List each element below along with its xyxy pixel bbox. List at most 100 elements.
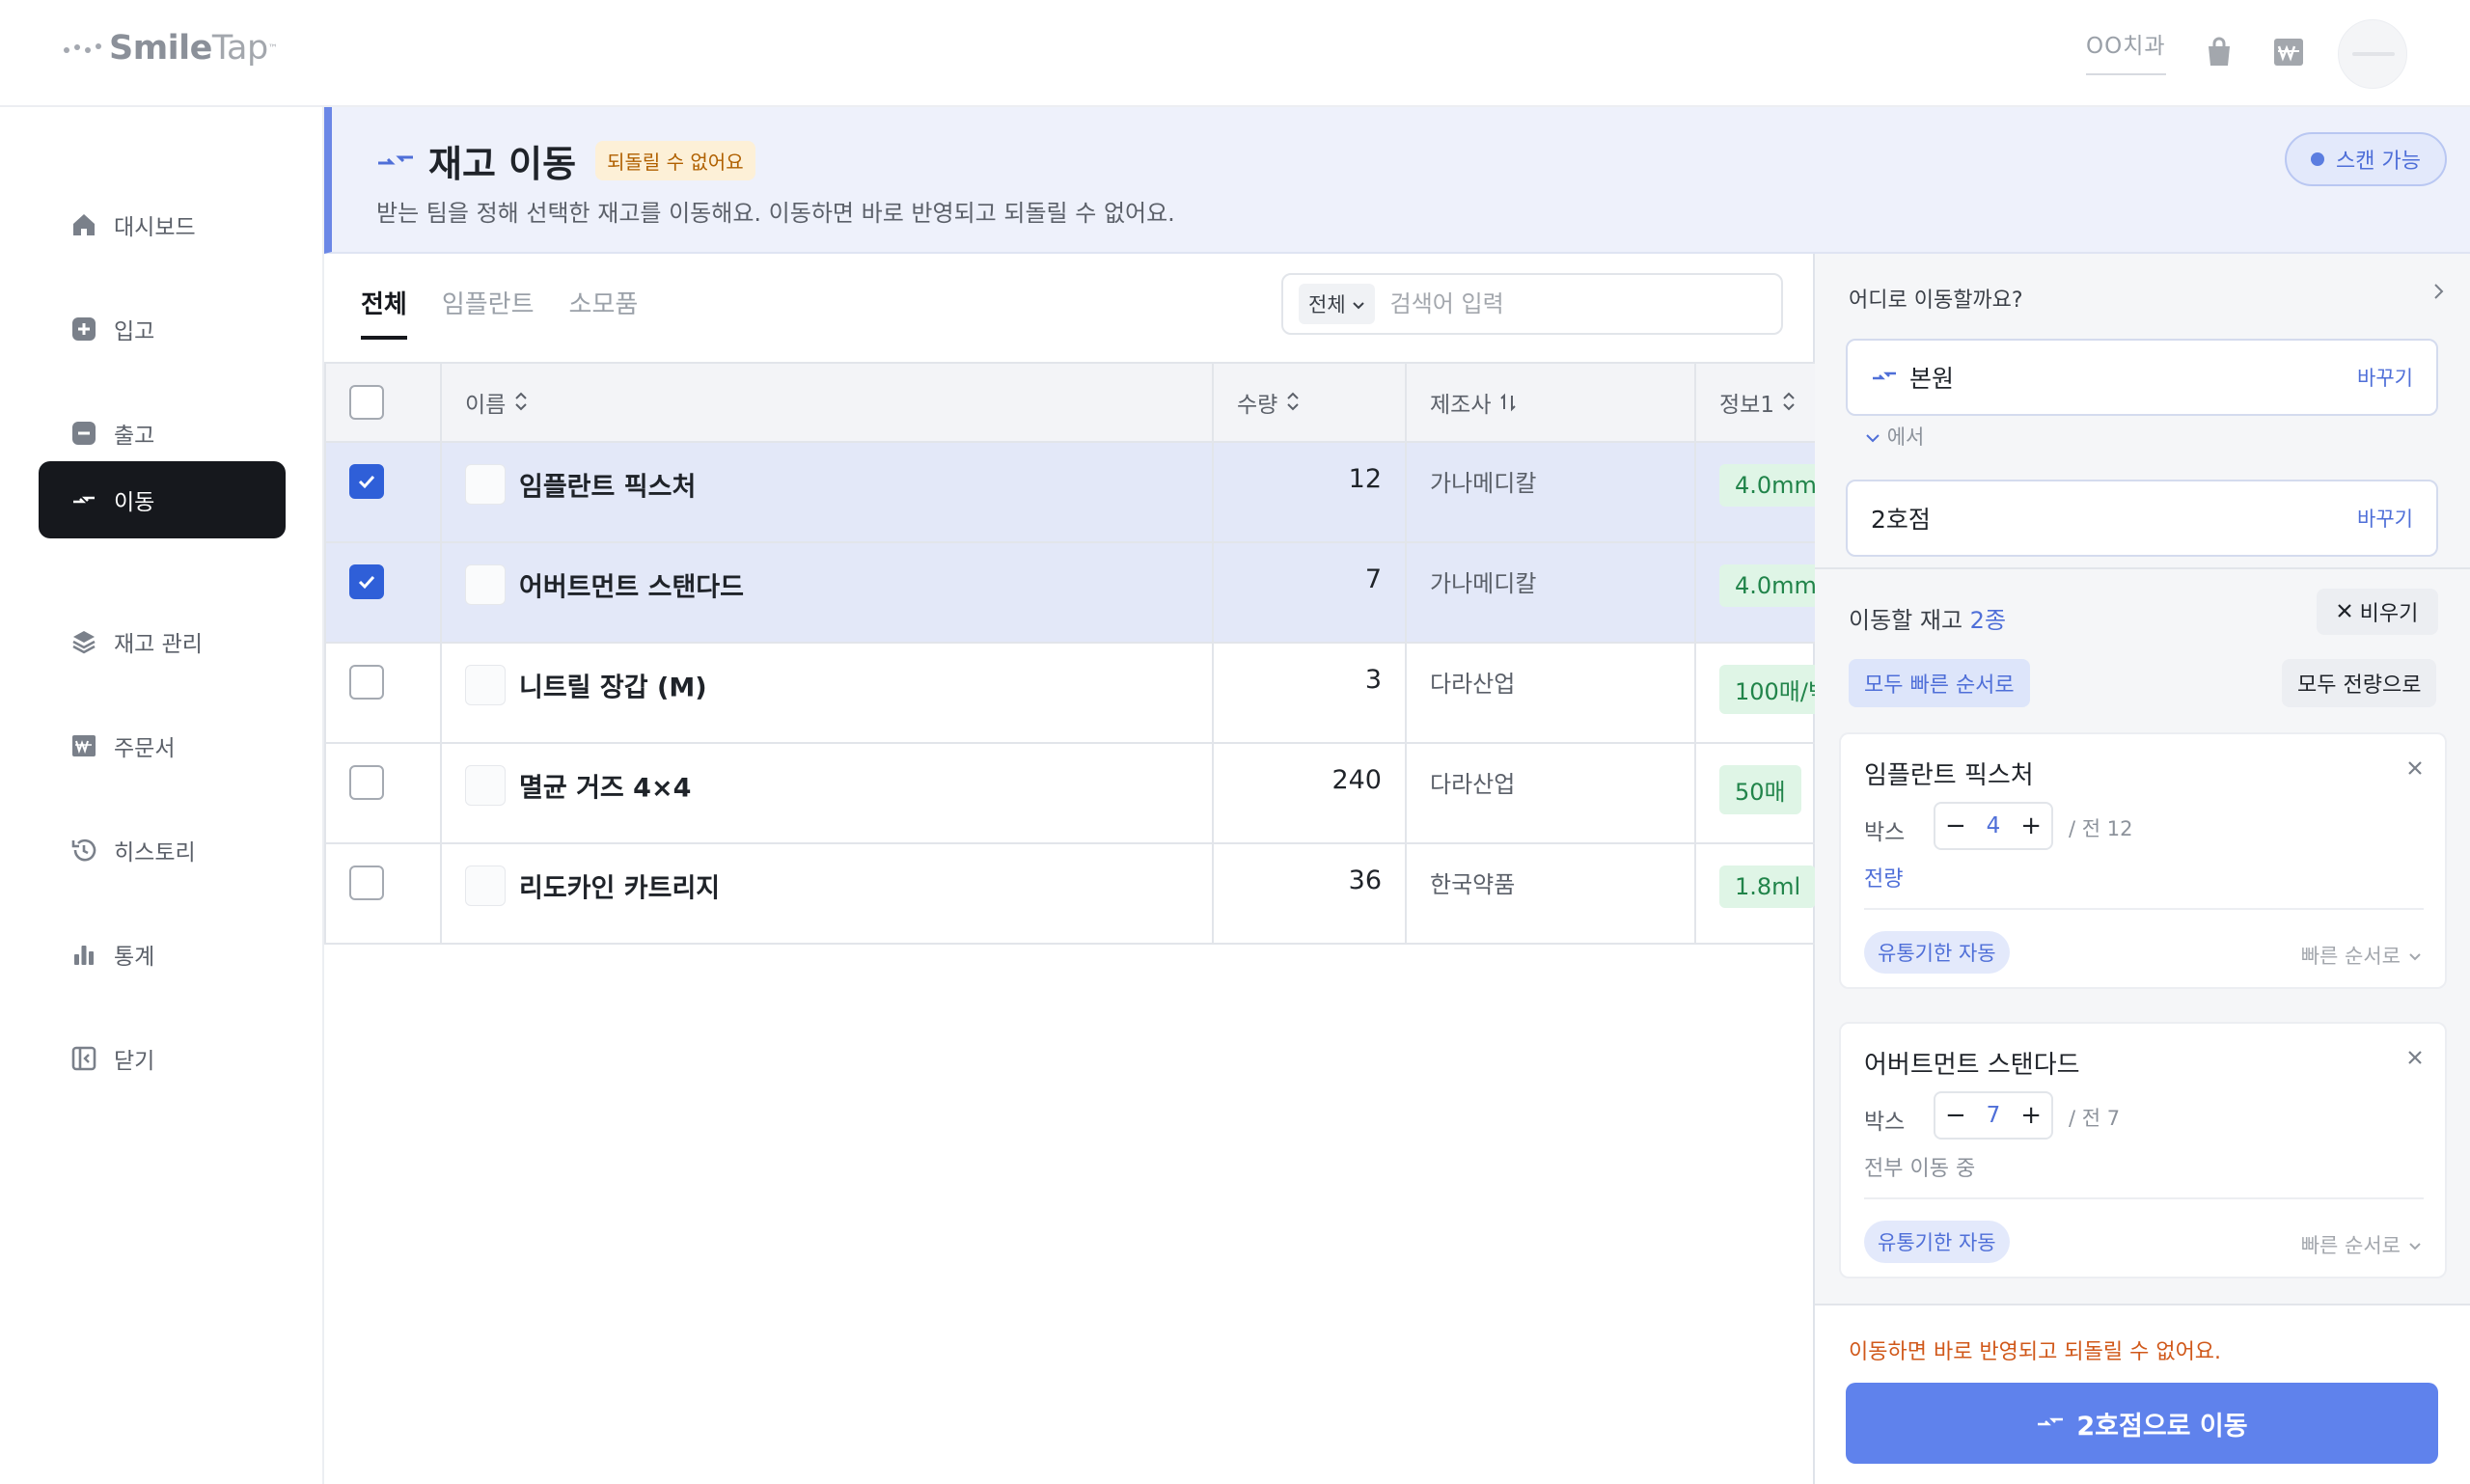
- chevron-right-icon[interactable]: [2432, 281, 2446, 308]
- unit-label: 박스: [1864, 820, 1906, 845]
- row-checkbox[interactable]: [349, 765, 384, 800]
- row-checkbox[interactable]: [349, 564, 384, 599]
- scan-status-pill[interactable]: 스캔 가능: [2285, 132, 2447, 186]
- change-source-button[interactable]: 바꾸기: [2357, 504, 2413, 533]
- tab-consumables[interactable]: 소모품: [569, 285, 639, 340]
- destination-name: 본원: [1909, 365, 1955, 393]
- select-all-checkbox[interactable]: [349, 385, 384, 420]
- scan-dot-icon: [2311, 152, 2325, 166]
- sidebar-item-inbound[interactable]: 입고: [39, 290, 286, 368]
- sidebar-item-outbound[interactable]: 출고: [39, 395, 286, 472]
- sidebar-item-orders[interactable]: 주문서: [39, 707, 286, 784]
- column-label: 제조사: [1430, 393, 1492, 418]
- sidebar-item-close[interactable]: 닫기: [39, 1020, 286, 1097]
- table-row[interactable]: 리도카인 카트리지 36 한국약품 1.8ml: [324, 842, 1817, 945]
- minus-icon[interactable]: −: [1945, 1101, 1966, 1130]
- shopping-bag-icon[interactable]: [2202, 35, 2237, 69]
- logo-text-bold: Smile: [109, 29, 212, 68]
- qty-cell: 3: [1212, 642, 1407, 744]
- smiletap-logo[interactable]: Smile Tap ™: [64, 29, 278, 68]
- chevron-down-icon: [2408, 944, 2422, 967]
- maker-cell: 다라산업: [1405, 742, 1696, 844]
- transfer-icon: [1871, 364, 1898, 392]
- table-row[interactable]: 니트릴 장갑 (M) 3 다라산업 100매/박: [324, 642, 1817, 744]
- expiry-auto-chip[interactable]: 유통기한 자동: [1864, 1221, 2010, 1263]
- order-select[interactable]: 빠른 순서로: [2301, 941, 2422, 970]
- top-bar: Smile Tap ™ OO치과: [0, 0, 2470, 107]
- expiry-auto-chip[interactable]: 유통기한 자동: [1864, 931, 2010, 974]
- order-label: 빠른 순서로: [2300, 1234, 2401, 1257]
- product-name: 리도카인 카트리지: [519, 873, 721, 904]
- sidebar-item-label: 주문서: [114, 736, 176, 761]
- transfer-icon: [69, 485, 98, 514]
- qty-cell: 240: [1212, 742, 1407, 844]
- product-name-cell: 멸균 거즈 4×4: [440, 742, 1214, 844]
- search-filter-select[interactable]: 전체: [1299, 284, 1375, 324]
- plus-icon[interactable]: +: [2020, 1101, 2042, 1130]
- column-header-info1[interactable]: 정보1: [1694, 362, 1817, 443]
- source-box[interactable]: 2호점 바꾸기: [1846, 480, 2438, 557]
- sidebar-item-inventory[interactable]: 재고 관리: [39, 603, 286, 680]
- table-row[interactable]: 임플란트 픽스처 12 가나메디칼 4.0mm: [324, 441, 1817, 543]
- avatar[interactable]: [2338, 19, 2407, 89]
- full-quantity-link[interactable]: 전량: [1864, 862, 1903, 893]
- all-full-quantity-button[interactable]: 모두 전량으로: [2282, 659, 2437, 707]
- product-thumbnail: [465, 564, 506, 605]
- plus-icon[interactable]: +: [2020, 811, 2042, 840]
- change-destination-button[interactable]: 바꾸기: [2357, 363, 2413, 392]
- info-badge: 4.0mm: [1719, 464, 1814, 507]
- row-checkbox[interactable]: [349, 464, 384, 499]
- page-title: 재고 이동: [428, 143, 577, 185]
- table-row[interactable]: 어버트먼트 스탠다드 7 가나메디칼 4.0mm: [324, 541, 1817, 644]
- quantity-value[interactable]: 7: [1987, 1103, 2001, 1128]
- remove-item-icon[interactable]: [2406, 752, 2424, 783]
- column-header-maker[interactable]: 제조사: [1405, 362, 1696, 443]
- maker-cell: 한국약품: [1405, 842, 1696, 945]
- minus-icon[interactable]: −: [1945, 811, 1966, 840]
- order-label: 빠른 순서로: [2300, 945, 2401, 968]
- order-select[interactable]: 빠른 순서로: [2301, 1230, 2422, 1259]
- submit-transfer-button[interactable]: 2호점으로 이동: [1846, 1383, 2438, 1464]
- product-name-cell: 리도카인 카트리지: [440, 842, 1214, 945]
- row-checkbox[interactable]: [349, 866, 384, 900]
- submit-label: 2호점으로 이동: [2076, 1411, 2248, 1442]
- column-label: 이름: [465, 393, 507, 418]
- history-icon: [69, 836, 98, 865]
- table-row[interactable]: 멸균 거즈 4×4 240 다라산업 50매: [324, 742, 1817, 844]
- tab-implant[interactable]: 임플란트: [442, 285, 535, 340]
- won-order-icon[interactable]: [2271, 35, 2306, 69]
- page-description: 받는 팀을 정해 선택한 재고를 이동해요. 이동하면 바로 반영되고 되돌릴 …: [376, 200, 1175, 227]
- column-header-name[interactable]: 이름: [440, 362, 1214, 443]
- item-name: 임플란트 픽스처: [1864, 761, 2034, 790]
- info1-cell: 4.0mm: [1694, 541, 1817, 644]
- search-input[interactable]: [1389, 290, 1738, 317]
- product-name: 멸균 거즈 4×4: [519, 773, 692, 804]
- product-name: 니트릴 장갑 (M): [519, 673, 707, 703]
- clear-button[interactable]: 비우기: [2317, 589, 2438, 635]
- qty-cell: 12: [1212, 441, 1407, 543]
- source-name: 2호점: [1871, 506, 1931, 534]
- plus-square-icon: [69, 315, 98, 344]
- scan-status-label: 스캔 가능: [2336, 150, 2421, 174]
- destination-box[interactable]: 본원 바꾸기: [1846, 339, 2438, 416]
- unit-label: 박스: [1864, 1110, 1906, 1135]
- sidebar-item-history[interactable]: 히스토리: [39, 811, 286, 889]
- sidebar-item-stats[interactable]: 통계: [39, 916, 286, 993]
- row-select-cell: [324, 742, 442, 844]
- transfer-panel: 어디로 이동할까요? 본원 바꾸기 에서 2호점 바꾸기 이동할 재고 2종 비…: [1815, 254, 2470, 1484]
- inventory-table: 이름 수량 제조사 정보1 임플란트 픽스처 12 가나메디칼 4.0mm 어버…: [324, 362, 1817, 945]
- quantity-value[interactable]: 4: [1987, 813, 2001, 838]
- panel-footer: 이동하면 바로 반영되고 되돌릴 수 없어요. 2호점으로 이동: [1815, 1304, 2470, 1484]
- clinic-selector[interactable]: OO치과: [2086, 27, 2166, 75]
- row-select-cell: [324, 441, 442, 543]
- sidebar-item-transfer[interactable]: 이동: [39, 461, 286, 538]
- tab-all[interactable]: 전체: [361, 285, 407, 340]
- remove-item-icon[interactable]: [2406, 1041, 2424, 1073]
- maker-cell: 다라산업: [1405, 642, 1696, 744]
- sidebar-item-dashboard[interactable]: 대시보드: [39, 186, 286, 263]
- all-fast-order-button[interactable]: 모두 빠른 순서로: [1849, 659, 2030, 707]
- row-checkbox[interactable]: [349, 665, 384, 700]
- close-icon: [2337, 600, 2352, 624]
- sort-icon: [1285, 392, 1301, 418]
- column-header-qty[interactable]: 수량: [1212, 362, 1407, 443]
